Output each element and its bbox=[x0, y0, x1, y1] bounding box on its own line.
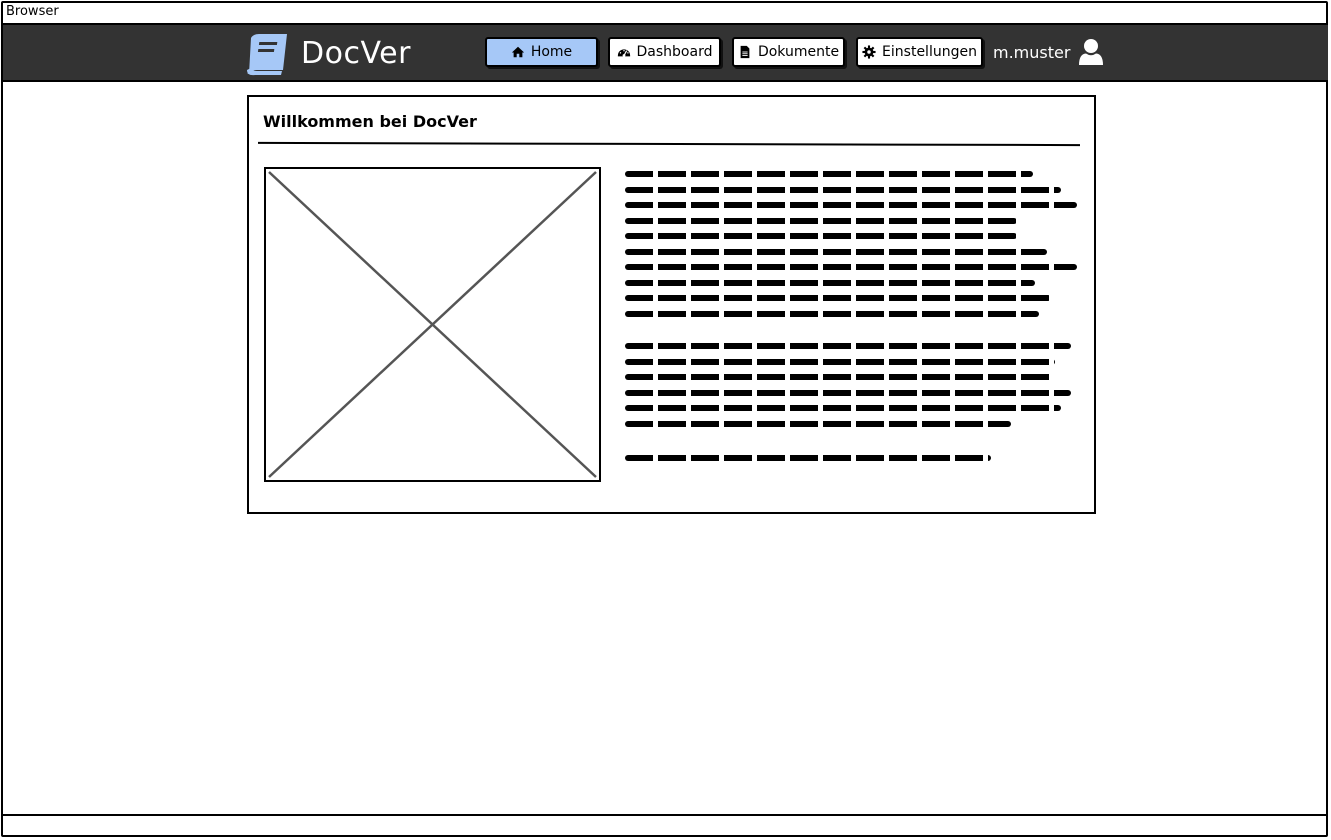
document-icon bbox=[740, 45, 750, 59]
paragraph-3 bbox=[625, 455, 1081, 471]
nav-home-label: Home bbox=[530, 44, 573, 60]
scribble-line bbox=[625, 217, 1017, 224]
scribble-line bbox=[625, 358, 1055, 365]
scribble-line bbox=[625, 374, 1053, 380]
scribble-line bbox=[625, 343, 1071, 349]
user-name: m.muster bbox=[993, 42, 1071, 62]
image-placeholder-icon bbox=[268, 171, 597, 478]
panel-title: Willkommen bei DocVer bbox=[263, 112, 477, 131]
image-placeholder bbox=[264, 167, 601, 482]
nav-dokumente-button[interactable]: Dokumente bbox=[732, 37, 845, 67]
user-icon bbox=[1079, 39, 1104, 65]
nav-dashboard-button[interactable]: Dashboard bbox=[608, 37, 721, 67]
scribble-line bbox=[625, 171, 1033, 177]
paragraph-1 bbox=[625, 171, 1081, 326]
scribble-line bbox=[625, 295, 1051, 301]
scribble-line bbox=[625, 420, 1011, 427]
scribble-line bbox=[625, 389, 1071, 396]
status-bar-divider bbox=[3, 814, 1328, 816]
scribble-line bbox=[625, 248, 1047, 255]
scribble-line bbox=[625, 186, 1061, 193]
nav-home-button[interactable]: Home bbox=[485, 37, 598, 67]
brand-name: DocVer bbox=[301, 35, 411, 71]
nav-dashboard-label: Dashboard bbox=[636, 44, 713, 60]
nav-einstellungen-label: Einstellungen bbox=[882, 44, 977, 60]
scribble-line bbox=[625, 202, 1077, 208]
nav-einstellungen-button[interactable]: Einstellungen bbox=[856, 37, 983, 67]
dashboard-icon bbox=[617, 49, 630, 57]
nav-dokumente-label: Dokumente bbox=[757, 44, 840, 60]
scribble-line bbox=[625, 455, 991, 461]
home-icon bbox=[511, 46, 524, 58]
gear-icon bbox=[862, 45, 876, 59]
paragraph-2 bbox=[625, 343, 1081, 436]
welcome-panel: Willkommen bei DocVer bbox=[247, 95, 1096, 514]
scribble-line bbox=[625, 279, 1035, 286]
scribble-line bbox=[625, 310, 1039, 317]
user-menu[interactable]: m.muster bbox=[993, 37, 1104, 67]
scribble-line bbox=[625, 405, 1061, 411]
panel-divider bbox=[257, 141, 1081, 147]
scribble-line bbox=[625, 233, 1017, 239]
book-icon bbox=[247, 34, 287, 76]
browser-title: Browser bbox=[6, 4, 59, 19]
scribble-line bbox=[625, 264, 1077, 270]
top-navbar: DocVer Home Dashboard Dokumente Einstell… bbox=[3, 25, 1328, 82]
brand[interactable]: DocVer bbox=[243, 30, 411, 76]
